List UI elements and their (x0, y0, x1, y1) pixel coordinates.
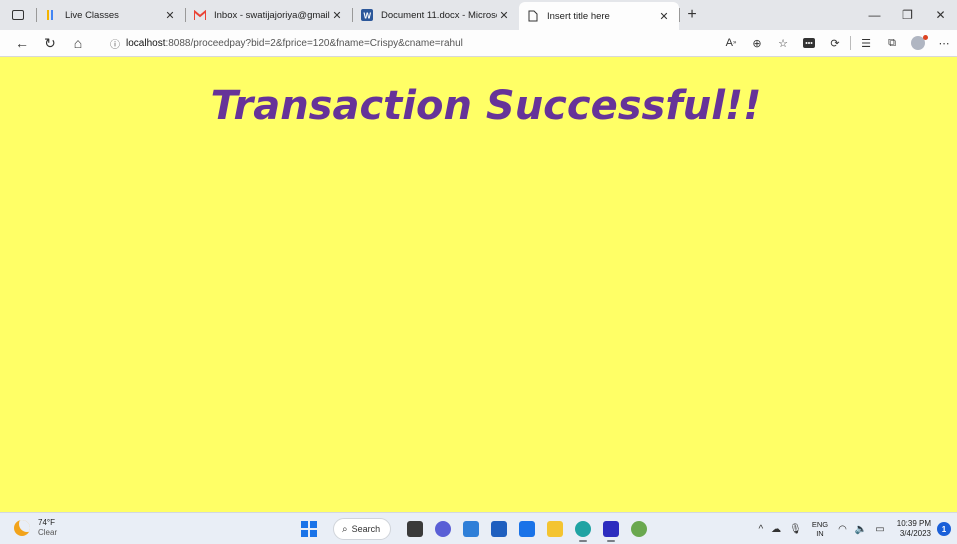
minimize-icon[interactable]: — (858, 0, 891, 30)
site-info-icon[interactable]: ⓘ (110, 36, 126, 51)
svg-text:W: W (364, 12, 372, 21)
window-controls: — ❐ ✕ (858, 0, 957, 30)
eclipse-icon[interactable] (603, 521, 619, 542)
taskbar-apps: ⌕ Search (301, 517, 653, 542)
mail-icon[interactable] (519, 521, 535, 537)
tab-close-icon[interactable]: ✕ (497, 9, 511, 22)
url-path: :8088/proceedpay?bid=2&fprice=120&fname=… (165, 37, 463, 49)
cloud-icon[interactable]: ☁ (771, 524, 781, 535)
tab-title: Insert title here (547, 10, 610, 22)
store-icon[interactable] (491, 521, 507, 537)
search-icon: ⌕ (342, 523, 348, 535)
live-classes-icon (45, 9, 57, 21)
notification-badge[interactable]: 1 (937, 522, 951, 536)
page-icon (527, 10, 539, 22)
settings-app-icon[interactable] (463, 521, 479, 537)
zoom-icon[interactable]: ⊕ (744, 30, 770, 56)
page-title: Transaction Successful!! (210, 83, 762, 129)
task-view-icon[interactable] (407, 521, 423, 537)
avatar (911, 35, 928, 50)
tab-close-icon[interactable]: ✕ (657, 10, 671, 23)
tab-title: Live Classes (65, 9, 119, 21)
browser-tab-strip: Live Classes ✕ Inbox - swatijajoriya@gma… (0, 0, 957, 30)
moon-icon (14, 520, 30, 536)
tab-actions-button[interactable] (0, 0, 36, 30)
volume-icon[interactable]: 🔈 (855, 524, 867, 535)
windows-taskbar: 74°F Clear ⌕ Search ^ ☁ 🎙 ENG IN ◠ 🔈 ▭ 1… (0, 512, 957, 544)
collections-icon[interactable]: ⧉ (879, 30, 905, 56)
edge-browser-icon[interactable] (575, 521, 591, 542)
extension-icon[interactable] (796, 30, 822, 56)
wifi-icon[interactable]: ◠ (838, 524, 847, 535)
weather-condition: Clear (38, 528, 58, 537)
toolbar-divider (850, 36, 851, 50)
more-options-icon[interactable]: ⋯ (931, 30, 957, 56)
close-window-icon[interactable]: ✕ (924, 0, 957, 30)
weather-widget[interactable]: 74°F Clear (14, 518, 57, 538)
tab-word-document[interactable]: W Document 11.docx - Microsoft W ✕ (353, 0, 519, 30)
clock-date: 3/4/2023 (899, 529, 931, 538)
chat-icon[interactable] (435, 521, 451, 537)
spring-tools-icon[interactable] (631, 521, 647, 537)
tab-insert-title-here[interactable]: Insert title here ✕ (519, 2, 679, 30)
tab-live-classes[interactable]: Live Classes ✕ (37, 0, 185, 30)
extensions-puzzle-icon[interactable]: ⟳ (822, 30, 848, 56)
home-icon[interactable]: ⌂ (64, 30, 92, 56)
windows-start-icon[interactable] (301, 521, 317, 537)
clock-time: 10:39 PM (896, 519, 931, 528)
region-code: IN (816, 529, 824, 538)
language-code: ENG (811, 520, 829, 529)
address-bar[interactable]: ⓘ localhost:8088/proceedpay?bid=2&fprice… (110, 33, 700, 53)
favorite-star-icon[interactable]: ☆ (770, 30, 796, 56)
tab-actions-icon (12, 10, 24, 20)
gmail-icon (194, 9, 206, 21)
restore-icon[interactable]: ❐ (891, 0, 924, 30)
read-aloud-icon[interactable]: A» (718, 30, 744, 56)
tab-title: Document 11.docx - Microsoft W (381, 9, 497, 21)
taskbar-search-button[interactable]: ⌕ Search (333, 518, 391, 540)
clock[interactable]: 10:39 PM 3/4/2023 (897, 519, 931, 539)
refresh-icon[interactable]: ↻ (36, 30, 64, 56)
page-content: Transaction Successful!! (0, 57, 957, 512)
file-explorer-icon[interactable] (547, 521, 563, 537)
system-tray: ^ ☁ 🎙 ENG IN ◠ 🔈 ▭ 10:39 PM 3/4/2023 1 (754, 513, 957, 544)
toolbar-right-buttons: A» ⊕ ☆ ⟳ ☰ ⧉ ⋯ (718, 30, 957, 56)
search-label: Search (351, 524, 381, 534)
url-host: localhost (126, 37, 166, 49)
microphone-icon[interactable]: 🎙 (789, 524, 802, 535)
chevron-up-icon[interactable]: ^ (758, 524, 763, 535)
tab-close-icon[interactable]: ✕ (330, 9, 344, 22)
word-icon: W (361, 9, 373, 21)
battery-icon[interactable]: ▭ (875, 524, 884, 535)
tab-gmail-inbox[interactable]: Inbox - swatijajoriya@gmail.com ✕ (186, 0, 352, 30)
tab-close-icon[interactable]: ✕ (163, 9, 177, 22)
favorites-list-icon[interactable]: ☰ (853, 30, 879, 56)
tab-title: Inbox - swatijajoriya@gmail.com (214, 9, 330, 21)
back-arrow-icon[interactable]: ← (8, 30, 36, 56)
profile-button[interactable] (905, 30, 931, 56)
language-indicator[interactable]: ENG IN (812, 520, 828, 538)
new-tab-button[interactable]: + (680, 6, 704, 24)
weather-temperature: 74°F (38, 518, 55, 527)
